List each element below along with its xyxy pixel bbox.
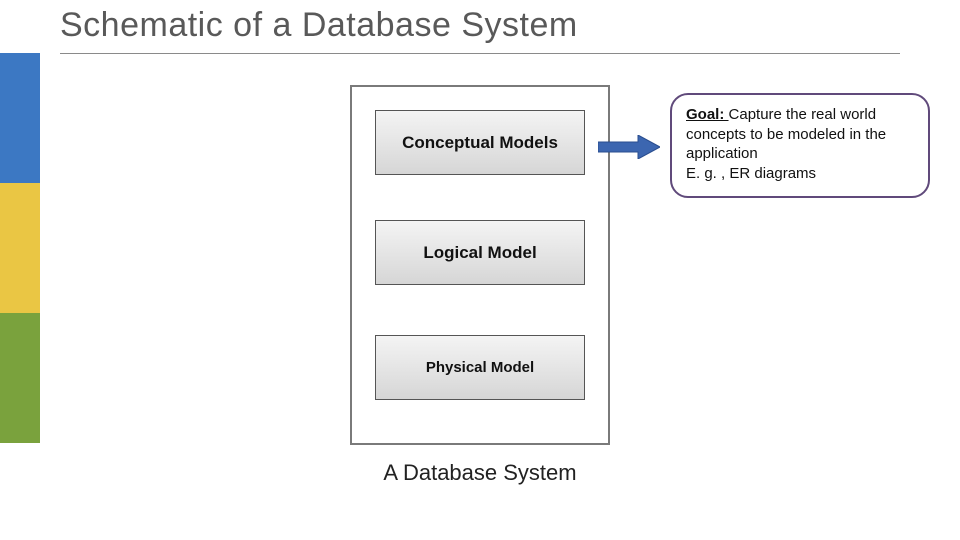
- goal-callout: Goal: Capture the real world concepts to…: [670, 93, 930, 198]
- decoration-bar-yellow: [0, 183, 40, 313]
- conceptual-models-box: Conceptual Models: [375, 110, 585, 175]
- container-caption: A Database System: [350, 460, 610, 486]
- conceptual-models-label: Conceptual Models: [402, 133, 558, 153]
- slide: { "title": "Schematic of a Database Syst…: [0, 0, 960, 540]
- physical-model-box: Physical Model: [375, 335, 585, 400]
- goal-example: E. g. , ER diagrams: [686, 165, 816, 182]
- decoration-bar-blue: [0, 53, 40, 183]
- title-divider: [60, 53, 900, 54]
- decoration-bar-green: [0, 313, 40, 443]
- goal-label: Goal:: [686, 106, 729, 123]
- physical-model-label: Physical Model: [426, 359, 534, 376]
- logical-model-box: Logical Model: [375, 220, 585, 285]
- page-title: Schematic of a Database System: [60, 6, 578, 45]
- logical-model-label: Logical Model: [423, 243, 536, 263]
